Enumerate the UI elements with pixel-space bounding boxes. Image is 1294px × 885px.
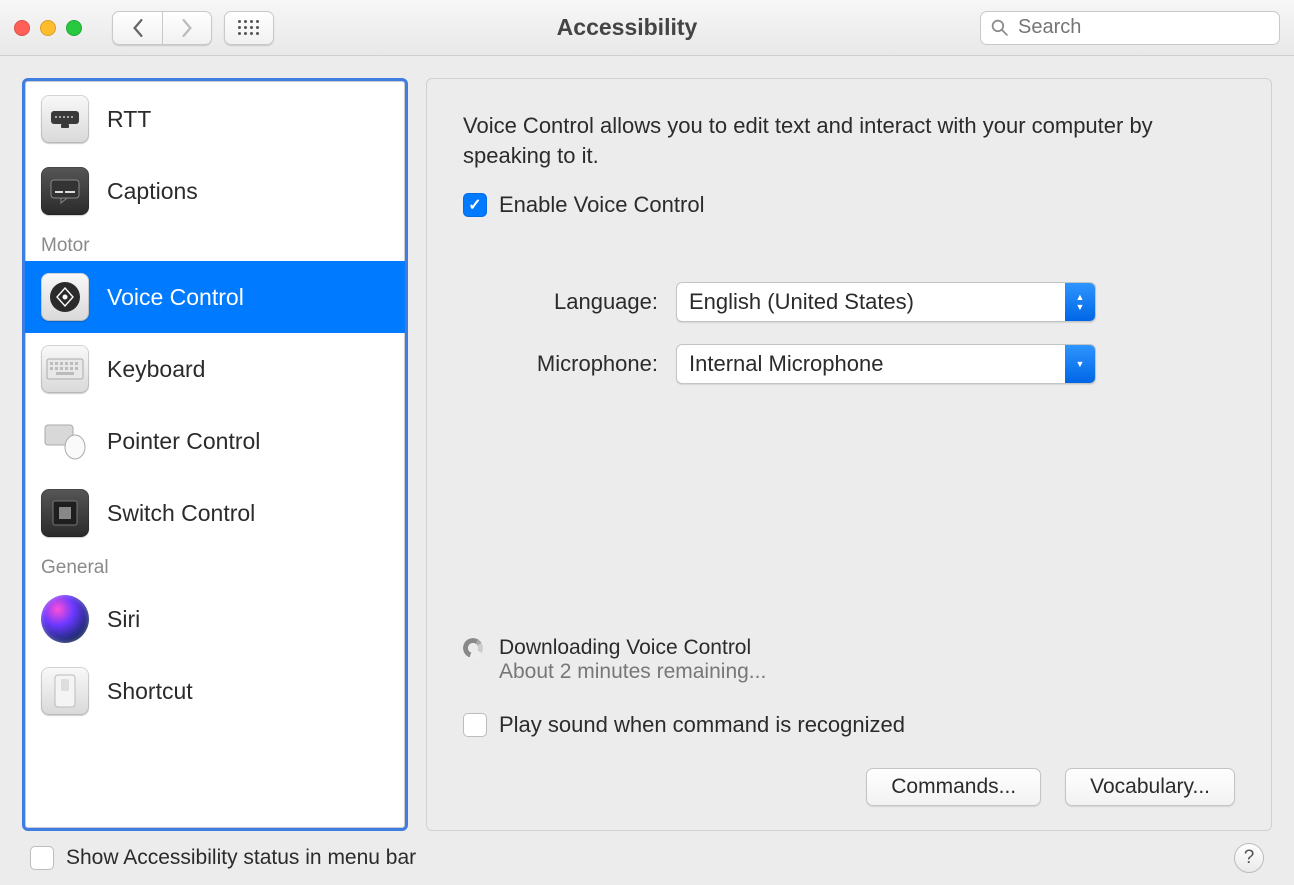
window-titlebar: Accessibility <box>0 0 1294 56</box>
window-title: Accessibility <box>286 14 968 41</box>
microphone-label: Microphone: <box>463 351 658 377</box>
sidebar-item-shortcut[interactable]: Shortcut <box>25 655 405 727</box>
sidebar: RTT Captions Motor Voice Control Keyb <box>22 78 408 831</box>
back-button[interactable] <box>112 11 162 45</box>
keyboard-icon <box>41 345 89 393</box>
sidebar-item-siri[interactable]: Siri <box>25 583 405 655</box>
help-button[interactable]: ? <box>1234 843 1264 873</box>
updown-icon: ▲▼ <box>1065 283 1095 321</box>
search-field[interactable] <box>980 11 1280 45</box>
sidebar-item-label: RTT <box>107 106 151 133</box>
chevron-left-icon <box>131 19 145 37</box>
vocabulary-button[interactable]: Vocabulary... <box>1065 768 1235 806</box>
nav-back-forward <box>112 11 212 45</box>
enable-voice-control-row[interactable]: ✓ Enable Voice Control <box>463 192 1235 218</box>
forward-button[interactable] <box>162 11 212 45</box>
close-window-button[interactable] <box>14 20 30 36</box>
switch-icon <box>41 489 89 537</box>
microphone-dropdown[interactable]: Internal Microphone ▼ <box>676 344 1096 384</box>
commands-button[interactable]: Commands... <box>866 768 1041 806</box>
chevron-down-icon: ▼ <box>1065 345 1095 383</box>
sidebar-item-label: Switch Control <box>107 500 255 527</box>
detail-panel: Voice Control allows you to edit text an… <box>426 78 1272 831</box>
traffic-lights <box>14 20 82 36</box>
download-eta: About 2 minutes remaining... <box>499 660 766 684</box>
chevron-right-icon <box>180 19 194 37</box>
show-all-button[interactable] <box>224 11 274 45</box>
search-input[interactable] <box>1016 15 1269 40</box>
language-label: Language: <box>463 289 658 315</box>
voice-control-icon <box>41 273 89 321</box>
play-sound-row[interactable]: Play sound when command is recognized <box>463 712 1235 738</box>
sidebar-item-label: Pointer Control <box>107 428 260 455</box>
sidebar-item-label: Captions <box>107 178 198 205</box>
show-status-checkbox[interactable] <box>30 846 54 870</box>
play-sound-label: Play sound when command is recognized <box>499 712 905 738</box>
sidebar-item-captions[interactable]: Captions <box>25 155 405 227</box>
sidebar-item-voice-control[interactable]: Voice Control <box>25 261 405 333</box>
download-status: Downloading Voice Control About 2 minute… <box>463 636 1235 684</box>
enable-voice-control-checkbox[interactable]: ✓ <box>463 193 487 217</box>
sidebar-item-label: Voice Control <box>107 284 244 311</box>
sidebar-item-pointer-control[interactable]: Pointer Control <box>25 405 405 477</box>
sidebar-section-motor: Motor <box>25 227 405 261</box>
search-icon <box>991 19 1008 36</box>
voice-control-description: Voice Control allows you to edit text an… <box>463 111 1183 170</box>
shortcut-icon <box>41 667 89 715</box>
pointer-icon <box>41 417 89 465</box>
captions-icon <box>41 167 89 215</box>
sidebar-section-general: General <box>25 549 405 583</box>
enable-voice-control-label: Enable Voice Control <box>499 192 704 218</box>
zoom-window-button[interactable] <box>66 20 82 36</box>
microphone-value: Internal Microphone <box>677 345 1065 383</box>
show-status-label: Show Accessibility status in menu bar <box>66 846 416 870</box>
minimize-window-button[interactable] <box>40 20 56 36</box>
sidebar-item-switch-control[interactable]: Switch Control <box>25 477 405 549</box>
sidebar-item-rtt[interactable]: RTT <box>25 83 405 155</box>
window-footer: Show Accessibility status in menu bar ? <box>0 831 1294 885</box>
spinner-icon <box>463 638 483 658</box>
siri-icon <box>41 595 89 643</box>
play-sound-checkbox[interactable] <box>463 713 487 737</box>
sidebar-item-keyboard[interactable]: Keyboard <box>25 333 405 405</box>
language-value: English (United States) <box>677 283 1065 321</box>
sidebar-item-label: Shortcut <box>107 678 193 705</box>
sidebar-item-label: Siri <box>107 606 140 633</box>
download-title: Downloading Voice Control <box>499 636 766 660</box>
language-dropdown[interactable]: English (United States) ▲▼ <box>676 282 1096 322</box>
grid-icon <box>238 20 260 36</box>
rtt-icon <box>41 95 89 143</box>
help-icon: ? <box>1244 847 1255 869</box>
sidebar-item-label: Keyboard <box>107 356 205 383</box>
